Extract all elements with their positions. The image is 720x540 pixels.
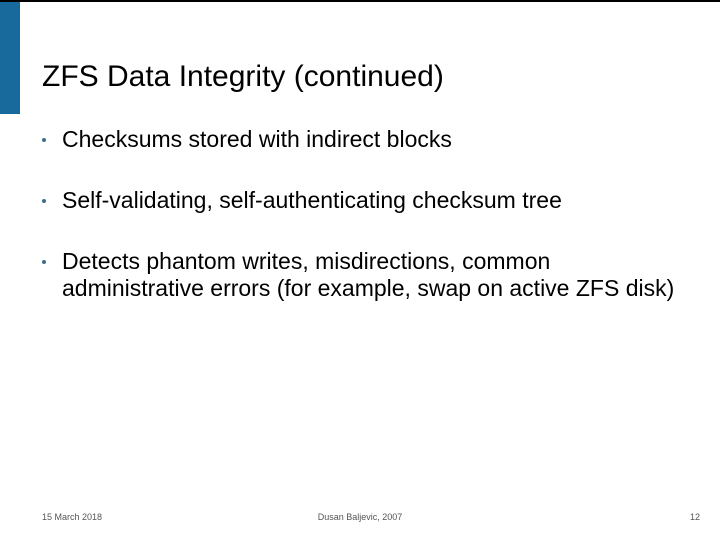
footer-page-number: 12 <box>690 512 700 522</box>
slide: ZFS Data Integrity (continued) Checksums… <box>0 0 720 540</box>
top-rule <box>0 0 720 2</box>
list-item: Detects phantom writes, misdirections, c… <box>42 248 682 302</box>
slide-body: Checksums stored with indirect blocks Se… <box>42 126 682 337</box>
footer-author: Dusan Baljevic, 2007 <box>0 512 720 522</box>
list-item: Checksums stored with indirect blocks <box>42 126 682 153</box>
bullet-text: Checksums stored with indirect blocks <box>62 126 452 153</box>
list-item: Self-validating, self-authenticating che… <box>42 187 682 214</box>
bullet-icon <box>42 260 46 264</box>
bullet-icon <box>42 199 46 203</box>
bullet-text: Detects phantom writes, misdirections, c… <box>62 248 682 302</box>
bullet-icon <box>42 138 46 142</box>
accent-sidebar <box>0 2 20 114</box>
slide-title: ZFS Data Integrity (continued) <box>42 60 444 94</box>
bullet-text: Self-validating, self-authenticating che… <box>62 187 562 214</box>
